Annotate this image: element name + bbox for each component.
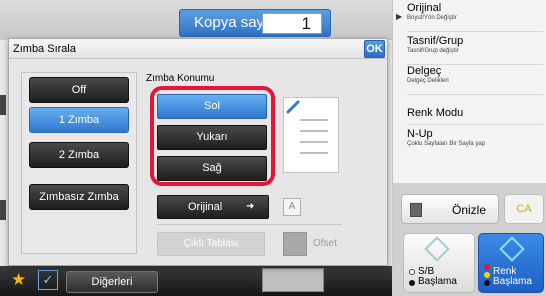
radio-dot-icon — [409, 269, 415, 275]
star-icon[interactable]: ★ — [11, 270, 26, 290]
divider — [157, 224, 342, 225]
mode-stapleless-button[interactable]: Zımbasız Zımba — [29, 184, 129, 210]
rp-item-title: Renk Modu — [407, 107, 464, 119]
start-icon — [424, 236, 450, 262]
preview-label: Önizle — [452, 203, 487, 217]
staple-preview-icon — [286, 100, 328, 154]
clear-all-button[interactable]: CA — [504, 194, 544, 224]
dialog-header: Zımba Sırala OK — [9, 39, 387, 59]
staple-preview — [283, 97, 339, 173]
position-left-button[interactable]: Sol — [157, 94, 267, 119]
paper-gauge — [262, 268, 324, 292]
staple-sort-dialog: Zımba Sırala OK Off 1 Zımba 2 Zımba Zımb… — [8, 38, 388, 266]
rp-item-subtitle: Tasnif/Grup değiştir — [407, 48, 459, 54]
rp-item-subtitle: Delgeç Delikleri — [407, 78, 449, 84]
rp-item-color-mode[interactable]: Renk Modu — [407, 107, 543, 125]
rp-item-subtitle: Çoklu Sayfaları Bir Sayfa yap — [407, 141, 486, 147]
start-color-button[interactable]: Renk Başlama — [478, 233, 544, 293]
radio-dot-icon — [409, 280, 415, 286]
copies-bar: Kopya sayısı 1 — [179, 9, 331, 37]
copies-input[interactable]: 1 — [262, 13, 322, 34]
check-icon[interactable]: ✓ — [38, 270, 58, 290]
color-dot-icon — [484, 264, 490, 270]
rp-item-original[interactable]: Orijinal Boyut/Yön Değiştir — [407, 2, 543, 32]
color-dot-icon — [484, 280, 490, 286]
original-indicator: A — [283, 198, 301, 216]
start-bw-button[interactable]: S/B Başlama — [403, 233, 475, 293]
position-right-button[interactable]: Sağ — [157, 156, 267, 181]
output-tray-button: Çıktı Tablası — [157, 232, 265, 256]
ok-button[interactable]: OK — [364, 40, 385, 58]
start-bw-label: S/B Başlama — [418, 267, 457, 287]
edge-tab — [0, 200, 6, 220]
bottom-bar — [0, 266, 392, 296]
rp-item-title: Tasnif/Grup — [407, 35, 464, 47]
rp-item-sort[interactable]: Tasnif/Grup Tasnif/Grup değiştir — [407, 35, 543, 65]
rp-item-punch[interactable]: Delgeç Delgeç Delikleri — [407, 65, 543, 95]
original-button[interactable]: Orijinal ➜ — [157, 195, 269, 219]
original-label: Orijinal — [188, 201, 223, 213]
copy-screen: Kopya sayısı 1 ▶ Orijinal Boyut/Yön Deği… — [0, 0, 546, 296]
rp-item-title: N-Up — [407, 128, 433, 140]
preview-button[interactable]: Önizle — [401, 194, 499, 224]
start-color-label: Renk Başlama — [493, 267, 532, 287]
others-button[interactable]: Diğerleri — [66, 271, 158, 293]
offset-label: Ofset — [313, 238, 337, 249]
rp-item-title: Delgeç — [407, 65, 442, 77]
position-top-button[interactable]: Yukarı — [157, 125, 267, 150]
arrow-right-icon: ➜ — [246, 201, 255, 212]
play-icon[interactable]: ▶ — [396, 12, 402, 21]
offset-checkbox — [283, 232, 307, 256]
start-bw-line2: Başlama — [418, 276, 457, 287]
right-function-panel: ▶ Orijinal Boyut/Yön Değiştir Tasnif/Gru… — [392, 0, 546, 183]
rp-item-nup[interactable]: N-Up Çoklu Sayfaları Bir Sayfa yap — [407, 128, 543, 158]
preview-icon — [410, 203, 422, 217]
rp-item-title: Orijinal — [407, 2, 442, 14]
start-color-line2: Başlama — [493, 276, 532, 287]
edge-tab — [0, 95, 6, 115]
rp-item-subtitle: Boyut/Yön Değiştir — [407, 15, 457, 21]
dialog-title: Zımba Sırala — [13, 43, 76, 55]
mode-off-button[interactable]: Off — [29, 77, 129, 103]
mode-2-staple-button[interactable]: 2 Zımba — [29, 142, 129, 168]
position-heading: Zımba Konumu — [146, 73, 215, 84]
start-icon — [499, 236, 525, 262]
mode-1-staple-button[interactable]: 1 Zımba — [29, 107, 129, 133]
color-dot-icon — [484, 272, 490, 278]
